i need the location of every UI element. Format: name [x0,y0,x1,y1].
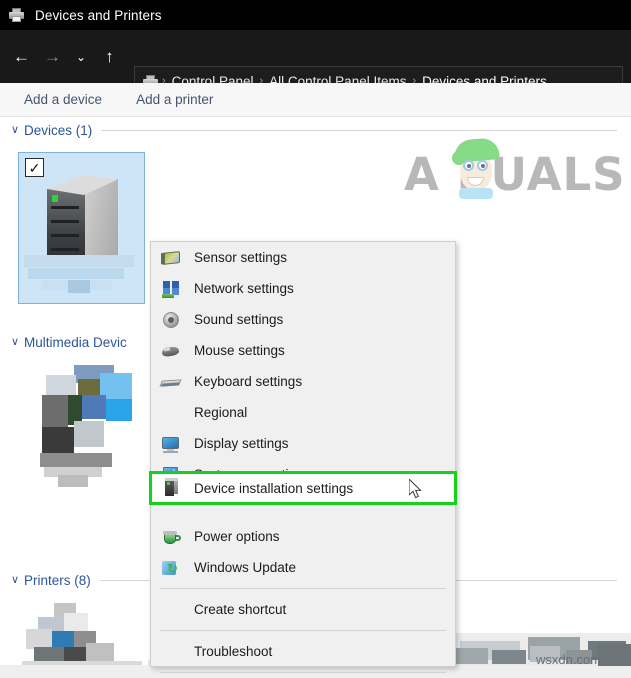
mouse-cursor [408,477,423,500]
context-menu: Sensor settings Network settings Sound s… [149,241,457,673]
menu-item-label: Sound settings [194,312,284,327]
recent-locations-chevron-down-icon[interactable]: ⌄ [68,42,94,72]
menu-item-label: Keyboard settings [194,374,303,389]
menu-separator [160,672,446,673]
command-bar: Add a device Add a printer [0,83,631,117]
devices-and-printers-window: Devices and Printers ← → ⌄ ↑ › Control P… [0,0,631,678]
group-label-devices: Devices (1) [24,123,93,138]
title-bar: Devices and Printers [0,0,631,30]
menu-separator [160,588,446,589]
menu-item-mouse-settings[interactable]: Mouse settings [151,335,455,366]
bottom-thumbnail-blurred [598,644,631,666]
menu-item-label: Create shortcut [194,602,287,617]
menu-item-label: Mouse settings [194,343,285,358]
monitor-icon [161,434,181,454]
group-header-devices[interactable]: ∨ Devices (1) [6,123,625,138]
chevron-down-icon[interactable]: ∨ [6,335,24,348]
appuals-wordmark: A PUALS [404,148,626,201]
address-bar: ← → ⌄ ↑ › Control Panel › All Control Pa… [0,30,631,96]
menu-item-create-shortcut[interactable]: Create shortcut [151,594,455,625]
no-icon [161,642,181,662]
menu-item-label: Sensor settings [194,250,288,265]
menu-item-label: Network settings [194,281,294,296]
site-watermark: wsxdn.com [536,652,602,667]
speaker-icon [161,310,181,330]
device-checkbox[interactable]: ✓ [25,158,44,177]
printer-icon [8,7,26,23]
no-icon [161,600,181,620]
forward-button[interactable]: → [37,42,68,72]
no-icon [161,403,181,423]
chevron-down-icon[interactable]: ∨ [6,573,24,586]
menu-item-network-settings[interactable]: Network settings [151,273,455,304]
bottom-thumbnail-blurred [452,648,488,664]
update-icon: ↻ [161,558,181,578]
device-name-blurred [24,255,140,297]
network-icon [161,279,181,299]
group-label-multimedia-devices: Multimedia Devic [24,335,127,350]
appuals-watermark: A PUALS [404,137,628,206]
group-divider [101,130,617,131]
chevron-down-icon[interactable]: ∨ [6,123,24,136]
sensor-icon [161,248,181,268]
menu-item-label: Troubleshoot [194,644,273,659]
menu-item-label: Windows Update [194,560,297,575]
menu-item-windows-update[interactable]: ↻ Windows Update [151,552,455,583]
menu-item-label: Device installation settings [194,480,354,496]
up-button[interactable]: ↑ [94,42,125,72]
menu-item-keyboard-settings[interactable]: Keyboard settings [151,366,455,397]
tower-icon [161,478,181,498]
back-button[interactable]: ← [6,42,37,72]
group-label-printers: Printers (8) [24,573,91,588]
menu-item-label: Regional [194,405,248,420]
add-a-device-button[interactable]: Add a device [14,92,112,107]
menu-item-sensor-settings[interactable]: Sensor settings [151,242,455,273]
menu-item-label: Display settings [194,436,289,451]
keyboard-icon [159,372,182,392]
menu-item-regional[interactable]: Regional [151,397,455,428]
bottom-thumbnail-blurred [492,650,526,664]
desktop-tower-icon [47,175,123,267]
add-a-printer-button[interactable]: Add a printer [126,92,223,107]
menu-item-sound-settings[interactable]: Sound settings [151,304,455,335]
power-icon [161,527,181,547]
menu-item-troubleshoot[interactable]: Troubleshoot [151,636,455,667]
menu-item-display-settings[interactable]: Display settings [151,428,455,459]
device-tile-selected[interactable]: ✓ [18,152,145,304]
mouse-icon [161,341,181,361]
multimedia-device-thumbnail-blurred[interactable] [22,365,142,487]
menu-separator [160,630,446,631]
window-title: Devices and Printers [35,7,162,23]
navigation-buttons: ← → ⌄ ↑ [6,30,125,83]
menu-item-power-options[interactable]: Power options [151,521,455,552]
appuals-mascot-icon [451,137,503,200]
menu-item-label: Power options [194,529,280,544]
